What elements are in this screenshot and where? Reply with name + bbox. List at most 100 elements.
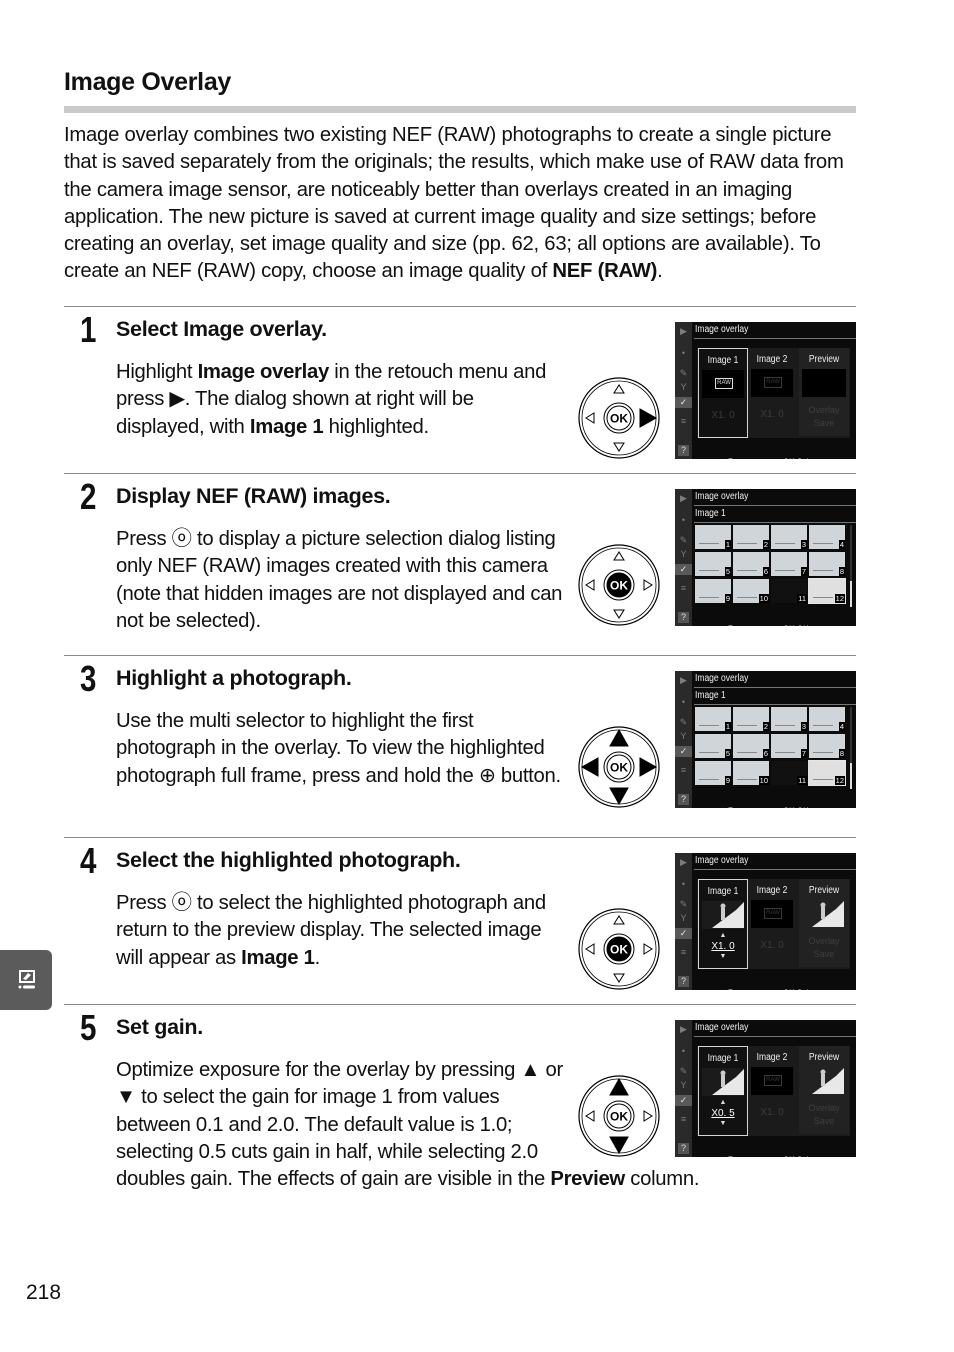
thumbnail[interactable]: 4 bbox=[809, 525, 845, 549]
overlay-save-option[interactable]: Overlay Save bbox=[799, 404, 849, 430]
thumbnail-number: 9 bbox=[724, 594, 731, 603]
thumbnail-number: 3 bbox=[800, 540, 807, 549]
image2-label: Image 2 bbox=[756, 1052, 788, 1063]
lcd-title: Image overlay bbox=[695, 324, 749, 335]
menu-tab-icon: • bbox=[681, 348, 686, 358]
thumbnail[interactable]: 6 bbox=[733, 552, 769, 576]
menu-tab-icon: ✎ bbox=[679, 1066, 688, 1076]
thumbnail-number: 12 bbox=[834, 594, 845, 603]
camera-screen: ▶ • ✎ Y ✓ ≡? Image overlay Image 1 RAW X1. 0 … bbox=[675, 322, 856, 459]
thumbnail[interactable]: 12 bbox=[808, 578, 846, 604]
thumbnail[interactable]: 6 bbox=[733, 734, 769, 758]
thumbnail[interactable]: 2 bbox=[733, 707, 769, 731]
thumbnail-number: 7 bbox=[800, 749, 807, 758]
thumbnail-number: 8 bbox=[838, 567, 845, 576]
image2-column[interactable]: Image 2 RAW X1. 0 bbox=[748, 1046, 796, 1134]
lcd-title: Image overlay bbox=[695, 673, 749, 684]
overlay-save-option[interactable]: Overlay Save bbox=[799, 935, 849, 961]
gain-up-icon: ▲ bbox=[719, 932, 727, 939]
section-tab[interactable] bbox=[0, 950, 52, 1010]
thumbnail-number: 6 bbox=[762, 567, 769, 576]
scrollbar[interactable] bbox=[850, 525, 852, 607]
step-title: Highlight a photograph. bbox=[116, 666, 352, 691]
menu-tab-icon: ≡ bbox=[680, 765, 687, 775]
step-title-text: Display NEF (RAW) images. bbox=[116, 484, 391, 508]
multi-selector-icon: OK bbox=[578, 726, 660, 808]
help-icon: ? bbox=[678, 976, 689, 987]
image1-label: Image 1 bbox=[707, 355, 739, 366]
thumbnail[interactable]: 3 bbox=[771, 707, 807, 731]
thumbnail[interactable]: 1 bbox=[695, 707, 731, 731]
overlay-panel: Image 1 ▲ ▼ X0. 5 Image 2 RAW X1. 0 Previ… bbox=[697, 1046, 850, 1136]
menu-sidebar: ▶ • ✎ Y ✓ ≡? bbox=[675, 1020, 692, 1157]
thumbnail[interactable]: 10 bbox=[733, 761, 769, 785]
heading-rule bbox=[64, 106, 856, 113]
image1-gain: X1. 0 bbox=[711, 941, 735, 952]
step-2: 2 Display NEF (RAW) images. Press ⓞ to dis… bbox=[64, 473, 856, 634]
thumbnail[interactable]: 5 bbox=[695, 552, 731, 576]
menu-tab-icon: • bbox=[681, 879, 686, 889]
image1-column[interactable]: Image 1 ▲ ▼ X0. 5 bbox=[698, 1046, 748, 1136]
thumbnail-number: 8 bbox=[838, 749, 845, 758]
menu-tab-icon: ✎ bbox=[679, 368, 688, 378]
thumbnail-number: 6 bbox=[762, 749, 769, 758]
preview-column[interactable]: Preview Overlay Save bbox=[799, 879, 849, 967]
preview-column[interactable]: Preview Overlay Save bbox=[799, 1046, 849, 1134]
step-number: 5 bbox=[80, 1007, 96, 1048]
thumbnail[interactable]: 1 bbox=[695, 525, 731, 549]
thumbnail[interactable]: 8 bbox=[809, 734, 845, 758]
lcd-title: Image overlay bbox=[695, 1022, 749, 1033]
thumbnail[interactable]: 2 bbox=[733, 525, 769, 549]
zoom-hint: ⊕ Zoom bbox=[719, 988, 749, 990]
image1-column[interactable]: Image 1 RAW X1. 0 bbox=[698, 348, 748, 438]
overlay-save-option[interactable]: Overlay Save bbox=[799, 1102, 849, 1128]
menu-tab-icon: Y bbox=[680, 913, 687, 923]
step-number: 4 bbox=[80, 840, 96, 881]
svg-text:OK: OK bbox=[610, 1110, 628, 1124]
thumbnail[interactable]: 7 bbox=[771, 552, 807, 576]
zoom-hint: ⊕ Zoom bbox=[719, 624, 749, 626]
step-number: 3 bbox=[80, 658, 96, 699]
step-body-text: Optimize exposure for the overlay by pre… bbox=[116, 1059, 563, 1191]
menu-tab-icon: ▶ bbox=[680, 493, 687, 503]
menu-tab-icon: ≡ bbox=[680, 1114, 687, 1124]
image2-column[interactable]: Image 2 RAW X1. 0 bbox=[748, 879, 796, 967]
thumbnail[interactable]: 10 bbox=[733, 579, 769, 603]
image1-column[interactable]: Image 1 ▲ ▼ X1. 0 bbox=[698, 879, 748, 969]
image2-column[interactable]: Image 2 RAW X1. 0 bbox=[748, 348, 796, 436]
menu-tab-icon: Y bbox=[680, 549, 687, 559]
svg-text:OK: OK bbox=[610, 579, 628, 593]
zoom-hint: ⊕ Zoom bbox=[719, 1155, 749, 1157]
thumbnail[interactable]: 3 bbox=[771, 525, 807, 549]
thumbnail[interactable]: 5 bbox=[695, 734, 731, 758]
thumbnail[interactable]: 4 bbox=[809, 707, 845, 731]
step-body-emphasis: Preview bbox=[550, 1168, 625, 1191]
thumbnail[interactable]: 9 bbox=[695, 579, 731, 603]
thumbnail[interactable]: 11 bbox=[771, 579, 807, 603]
step-title-emphasis: Image overlay bbox=[183, 317, 322, 341]
thumbnail[interactable]: 11 bbox=[771, 761, 807, 785]
multi-selector-icon: OK bbox=[578, 544, 660, 626]
thumbnail[interactable]: 8 bbox=[809, 552, 845, 576]
thumbnail-number: 7 bbox=[800, 567, 807, 576]
thumbnail-number: 2 bbox=[762, 540, 769, 549]
scrollbar[interactable] bbox=[850, 707, 852, 789]
step-body: Press ⓞ to display a picture selection d… bbox=[116, 526, 566, 635]
image2-label: Image 2 bbox=[756, 354, 788, 365]
menu-tab-icon: Y bbox=[680, 1080, 687, 1090]
preview-label: Preview bbox=[808, 885, 840, 896]
menu-tab-icon: ✓ bbox=[675, 397, 692, 408]
step-5: 5 Set gain. Optimize exposure for the over… bbox=[64, 1004, 856, 1190]
camera-screen: ▶ • ✎ Y ✓ ≡? Image overlay Image 1 ▲ ▼ X0. 5 I… bbox=[675, 1020, 856, 1157]
menu-tab-icon: ✓ bbox=[675, 928, 692, 939]
preview-column[interactable]: Preview Overlay Save bbox=[799, 348, 849, 436]
step-title-text: Select bbox=[116, 317, 184, 341]
step-body-emphasis: Image 1 bbox=[241, 946, 315, 969]
thumbnail-number: 2 bbox=[762, 722, 769, 731]
menu-tab-icon: ✓ bbox=[675, 564, 692, 575]
thumbnail[interactable]: 12 bbox=[808, 760, 846, 786]
menu-tab-icon: ▶ bbox=[680, 675, 687, 685]
thumbnail[interactable]: 9 bbox=[695, 761, 731, 785]
image2-gain: X1. 0 bbox=[760, 1107, 784, 1118]
thumbnail[interactable]: 7 bbox=[771, 734, 807, 758]
